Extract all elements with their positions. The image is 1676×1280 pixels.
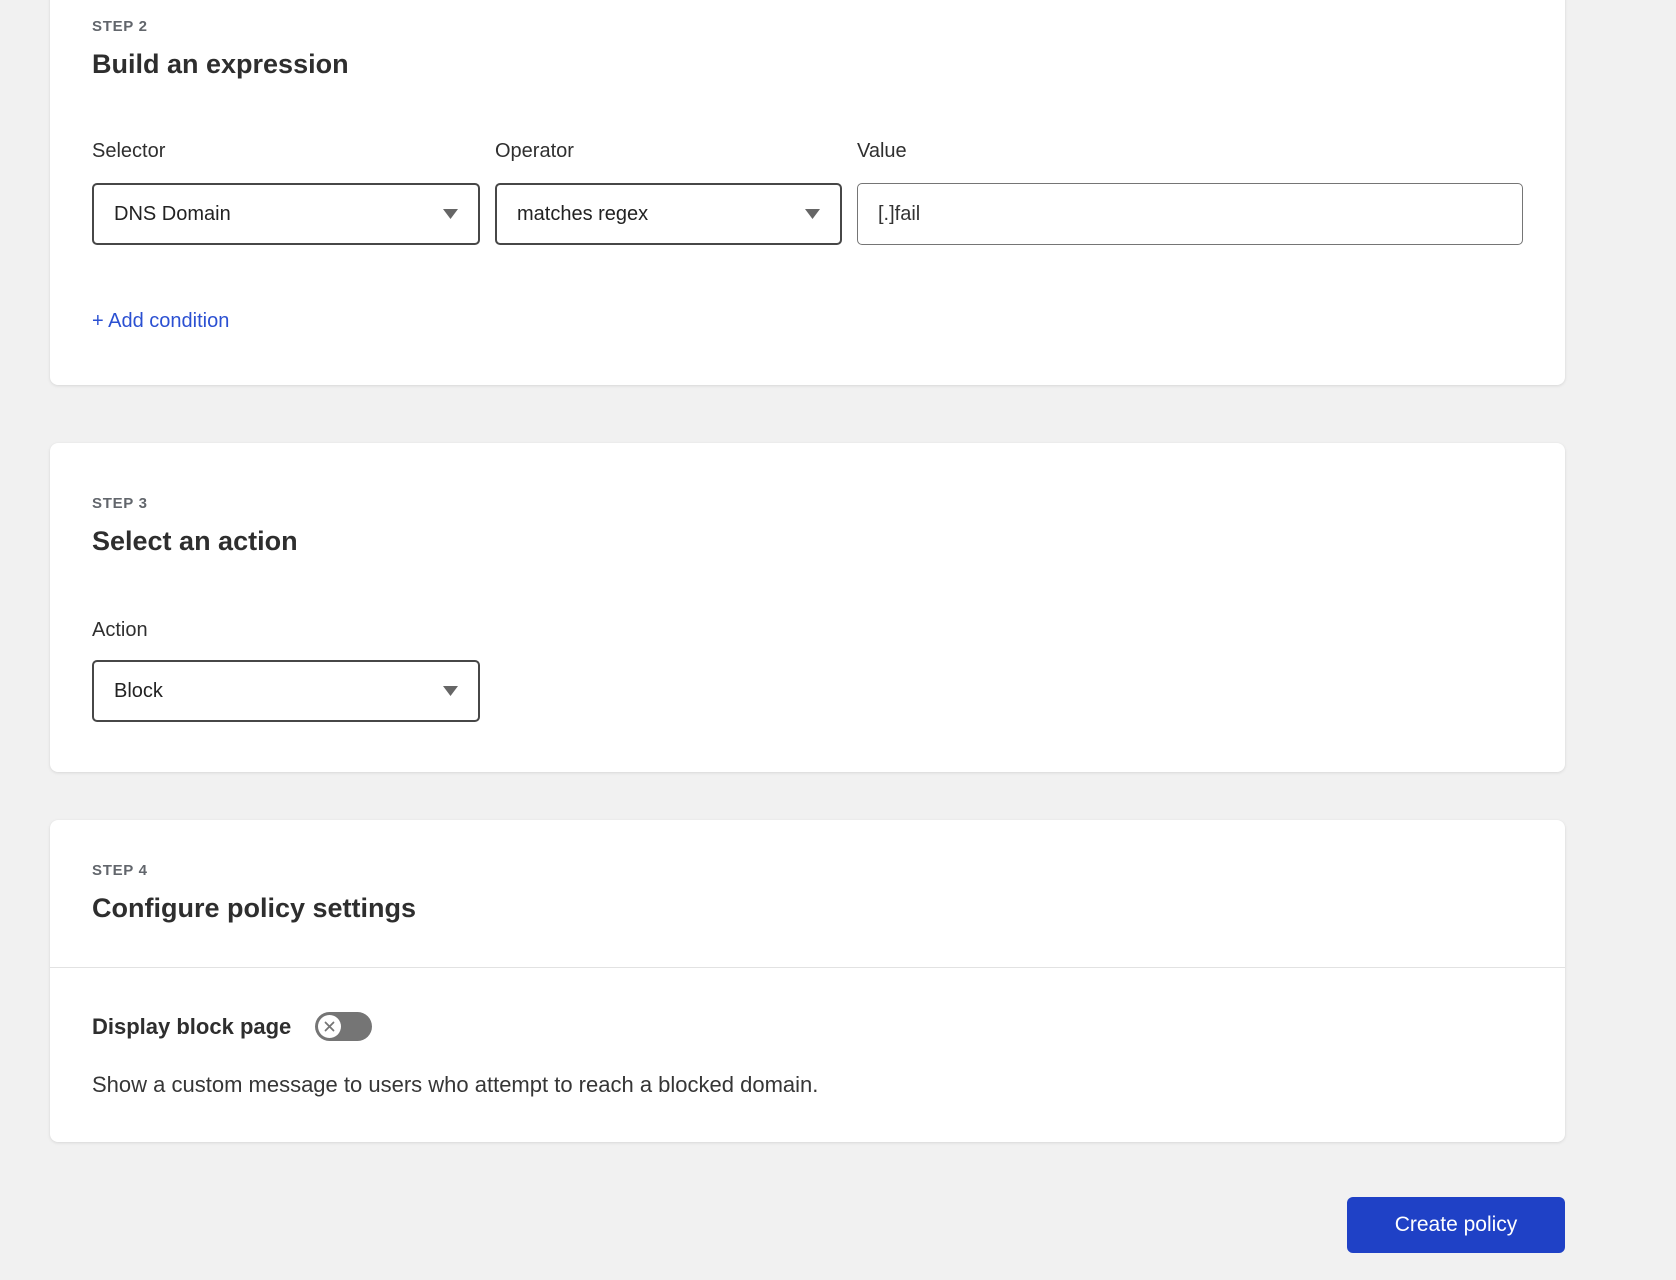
- step4-step-label: STEP 4: [92, 862, 148, 879]
- operator-select[interactable]: matches regex: [495, 183, 842, 245]
- selector-select[interactable]: DNS Domain: [92, 183, 480, 245]
- step4-body: Display block page Show a custom message…: [50, 968, 1565, 1099]
- operator-field: Operator matches regex: [495, 140, 842, 245]
- value-label: Value: [857, 140, 907, 162]
- display-block-page-row: Display block page: [92, 1012, 1523, 1041]
- expression-fields-row: Selector DNS Domain Operator matches reg…: [92, 140, 1523, 245]
- operator-label: Operator: [495, 140, 574, 162]
- action-label: Action: [92, 619, 148, 641]
- step2-card: STEP 2 Build an expression Selector DNS …: [50, 0, 1565, 385]
- toggle-knob: [318, 1015, 342, 1038]
- action-select[interactable]: Block: [92, 660, 480, 722]
- step3-title: Select an action: [92, 526, 298, 556]
- selector-field: Selector DNS Domain: [92, 140, 480, 245]
- value-field: Value: [857, 140, 1523, 245]
- caret-down-icon: [805, 209, 820, 219]
- step3-card: STEP 3 Select an action Action Block: [50, 443, 1565, 772]
- create-policy-button[interactable]: Create policy: [1347, 1197, 1565, 1253]
- step4-card: STEP 4 Configure policy settings Display…: [50, 820, 1565, 1142]
- step4-title: Configure policy settings: [92, 893, 417, 923]
- action-select-value: Block: [114, 679, 163, 702]
- step3-step-label: STEP 3: [92, 495, 148, 512]
- display-block-page-toggle[interactable]: [315, 1012, 373, 1041]
- operator-select-value: matches regex: [517, 202, 649, 225]
- step4-header: STEP 4 Configure policy settings: [50, 820, 1565, 968]
- x-icon: [324, 1021, 335, 1032]
- value-input[interactable]: [857, 183, 1523, 245]
- caret-down-icon: [443, 209, 458, 219]
- caret-down-icon: [443, 686, 458, 696]
- step2-step-label: STEP 2: [92, 18, 148, 35]
- display-block-page-label: Display block page: [92, 1013, 292, 1039]
- block-page-description: Show a custom message to users who attem…: [92, 1072, 819, 1097]
- policy-builder-page: STEP 2 Build an expression Selector DNS …: [0, 0, 1676, 1280]
- step2-title: Build an expression: [92, 49, 349, 79]
- add-condition-link[interactable]: + Add condition: [92, 309, 229, 333]
- selector-select-value: DNS Domain: [114, 202, 231, 225]
- selector-label: Selector: [92, 140, 166, 162]
